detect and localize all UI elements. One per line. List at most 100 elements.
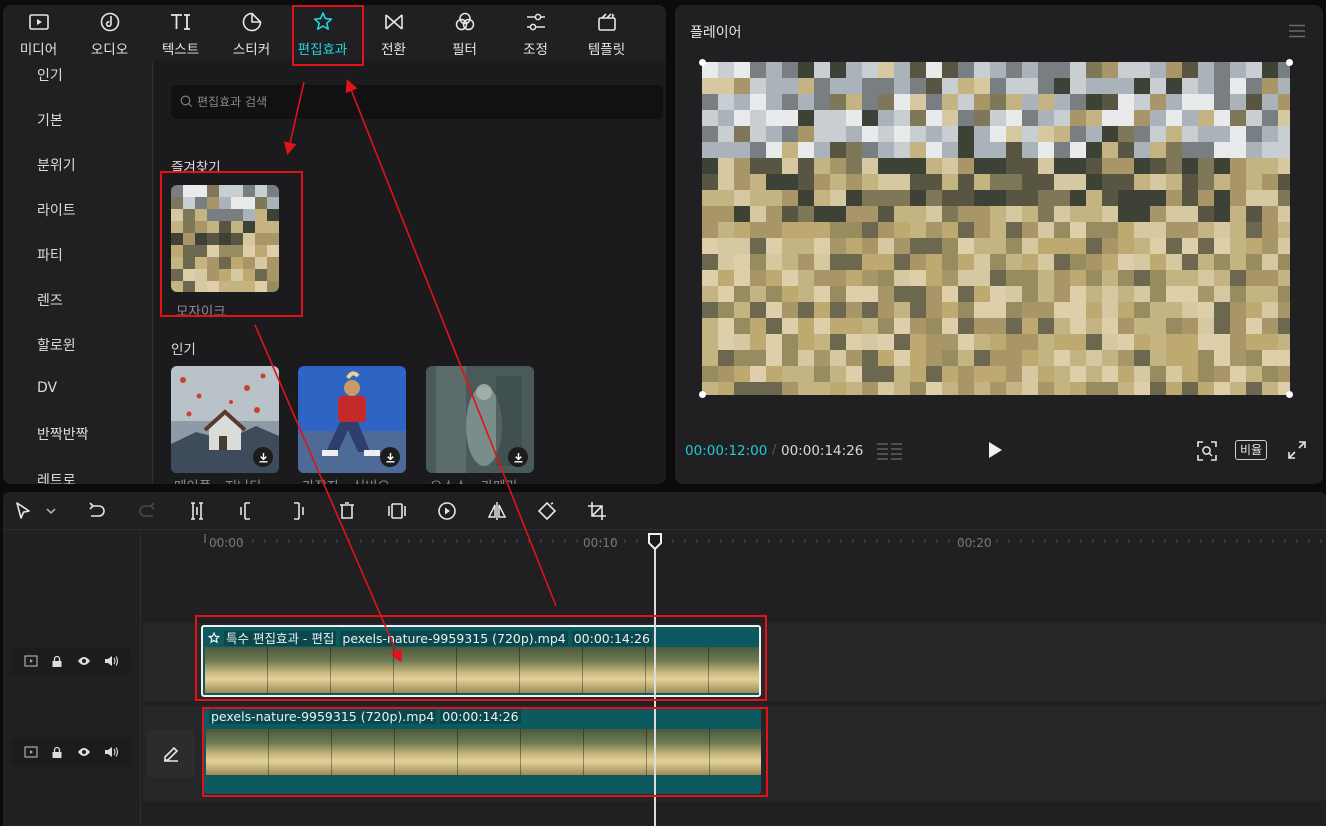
crop-handle[interactable]	[1286, 59, 1293, 66]
sidebar-item-party[interactable]: 파티	[37, 245, 63, 265]
tab-effects[interactable]: 편집효과	[287, 5, 358, 61]
tab-label: 미디어	[19, 42, 58, 58]
rotate-icon[interactable]	[537, 501, 557, 521]
tab-label: 조정	[523, 42, 548, 58]
sidebar-item-dv[interactable]: DV	[37, 380, 57, 396]
lock-icon[interactable]	[51, 655, 63, 668]
play-icon[interactable]	[987, 441, 1003, 459]
tab-adjust[interactable]: 조정	[500, 5, 571, 61]
sidebar-item-mood[interactable]: 분위기	[37, 155, 76, 175]
sticker-icon	[242, 12, 261, 32]
filmstrip-frame	[457, 647, 520, 693]
mosaic-video-frame	[702, 62, 1290, 395]
clip-label: pexels-nature-9959315 (720p).mp4 00:00:1…	[209, 709, 521, 724]
current-time: 00:00:12:00	[685, 443, 768, 459]
eye-icon[interactable]	[77, 747, 91, 757]
playhead-handle[interactable]	[647, 532, 663, 550]
tab-audio[interactable]: 오디오	[74, 5, 145, 61]
chevron-down-icon[interactable]	[41, 501, 61, 521]
search-box	[171, 85, 663, 119]
eye-icon[interactable]	[77, 656, 91, 666]
select-cursor-icon[interactable]	[13, 501, 33, 521]
search-input[interactable]	[197, 85, 657, 119]
lock-icon[interactable]	[51, 746, 63, 759]
effect-thumb-maple[interactable]	[171, 366, 279, 473]
crop-handle[interactable]	[1286, 391, 1293, 398]
template-icon	[597, 13, 616, 31]
time-ruler[interactable]: 00:00 00:10 00:20	[143, 530, 1326, 558]
tab-sticker[interactable]: 스티커	[216, 5, 287, 61]
clip-filmstrip	[206, 729, 761, 775]
filmstrip-frame	[269, 729, 332, 775]
video-preview[interactable]	[702, 62, 1290, 395]
track-controls	[11, 647, 131, 675]
filmstrip-frame	[394, 647, 457, 693]
effect-clip[interactable]: 특수 편집효과 - 편집 pexels-nature-9959315 (720p…	[201, 625, 761, 697]
popular-heading: 인기	[171, 342, 196, 358]
split-icon[interactable]	[187, 501, 207, 521]
main-track: pexels-nature-9959315 (720p).mp4 00:00:1…	[143, 705, 1326, 801]
ratio-button[interactable]: 비율	[1235, 440, 1268, 460]
sidebar-item-halloween[interactable]: 할로윈	[37, 335, 76, 355]
download-button[interactable]	[380, 447, 400, 467]
crop-handle[interactable]	[699, 59, 706, 66]
mirror-icon[interactable]	[487, 501, 507, 521]
ruler-label: 00:10	[583, 536, 618, 550]
video-clip[interactable]: pexels-nature-9959315 (720p).mp4 00:00:1…	[204, 708, 761, 794]
redo-icon[interactable]	[137, 501, 157, 521]
sidebar-item-lens[interactable]: 렌즈	[37, 290, 63, 310]
tab-filter[interactable]: 필터	[429, 5, 500, 61]
favorites-heading: 즐겨찾기	[171, 160, 221, 176]
menu-icon[interactable]	[1289, 24, 1305, 38]
effect-thumb-mosaic[interactable]	[171, 185, 279, 292]
filmstrip-frame	[395, 729, 458, 775]
clip-duration: 00:00:14:26	[571, 631, 652, 646]
effect-thumb-edge[interactable]	[298, 366, 406, 473]
edit-cover-button[interactable]	[147, 729, 195, 777]
reverse-play-icon[interactable]	[437, 501, 457, 521]
playhead[interactable]	[654, 534, 656, 826]
sidebar-item-basic[interactable]: 기본	[37, 110, 63, 130]
delete-icon[interactable]	[337, 501, 357, 521]
pencil-icon	[164, 746, 179, 762]
effects-icon	[313, 12, 332, 30]
effect-thumb-spooky[interactable]	[426, 366, 534, 473]
filmstrip-frame	[709, 647, 759, 693]
tab-label: 오디오	[90, 42, 129, 58]
focus-icon[interactable]	[1197, 441, 1217, 461]
tab-label: 필터	[452, 42, 477, 58]
fullscreen-icon[interactable]	[1288, 441, 1306, 459]
sidebar-item-retro[interactable]: 레트로	[37, 470, 76, 484]
timecode-list-icon[interactable]	[876, 442, 904, 462]
freeze-frame-icon[interactable]	[387, 501, 407, 521]
volume-icon[interactable]	[104, 746, 119, 758]
tab-template[interactable]: 템플릿	[571, 5, 642, 61]
effect-name: 모자이크	[176, 304, 226, 320]
capcut-window: 미디어 오디오 텍스트 스티커 편집효과 전환 필터 조정 템플릿 인기 기본 …	[0, 0, 1326, 826]
download-button[interactable]	[508, 447, 528, 467]
effect-name: 가장자 - 신비오	[302, 475, 390, 484]
tab-transition[interactable]: 전환	[358, 5, 429, 61]
effect-name-label: 특수 편집효과 - 편집	[223, 631, 337, 646]
sidebar-item-popular[interactable]: 인기	[37, 65, 63, 85]
crop-icon[interactable]	[587, 501, 607, 521]
undo-icon[interactable]	[87, 501, 107, 521]
volume-icon[interactable]	[104, 655, 119, 667]
crop-handle[interactable]	[699, 391, 706, 398]
download-icon	[259, 452, 267, 462]
download-button[interactable]	[253, 447, 273, 467]
ruler-ticks	[204, 534, 1322, 543]
tab-media[interactable]: 미디어	[3, 5, 74, 61]
clip-filename: pexels-nature-9959315 (720p).mp4	[209, 709, 437, 724]
sidebar-item-sparkle[interactable]: 반짝반짝	[37, 424, 89, 444]
search-icon	[180, 95, 193, 108]
sidebar-item-light[interactable]: 라이트	[37, 200, 76, 220]
tab-text[interactable]: 텍스트	[145, 5, 216, 61]
download-icon	[514, 452, 522, 462]
download-icon	[386, 452, 394, 462]
effect-name: 메이플 - 지나다	[174, 475, 262, 484]
media-icon	[28, 14, 49, 30]
trim-left-icon[interactable]	[237, 501, 257, 521]
timeline-panel: 00:00 00:10 00:20 특수 편집효과 - 편집 pexels-na…	[3, 492, 1326, 826]
trim-right-icon[interactable]	[287, 501, 307, 521]
